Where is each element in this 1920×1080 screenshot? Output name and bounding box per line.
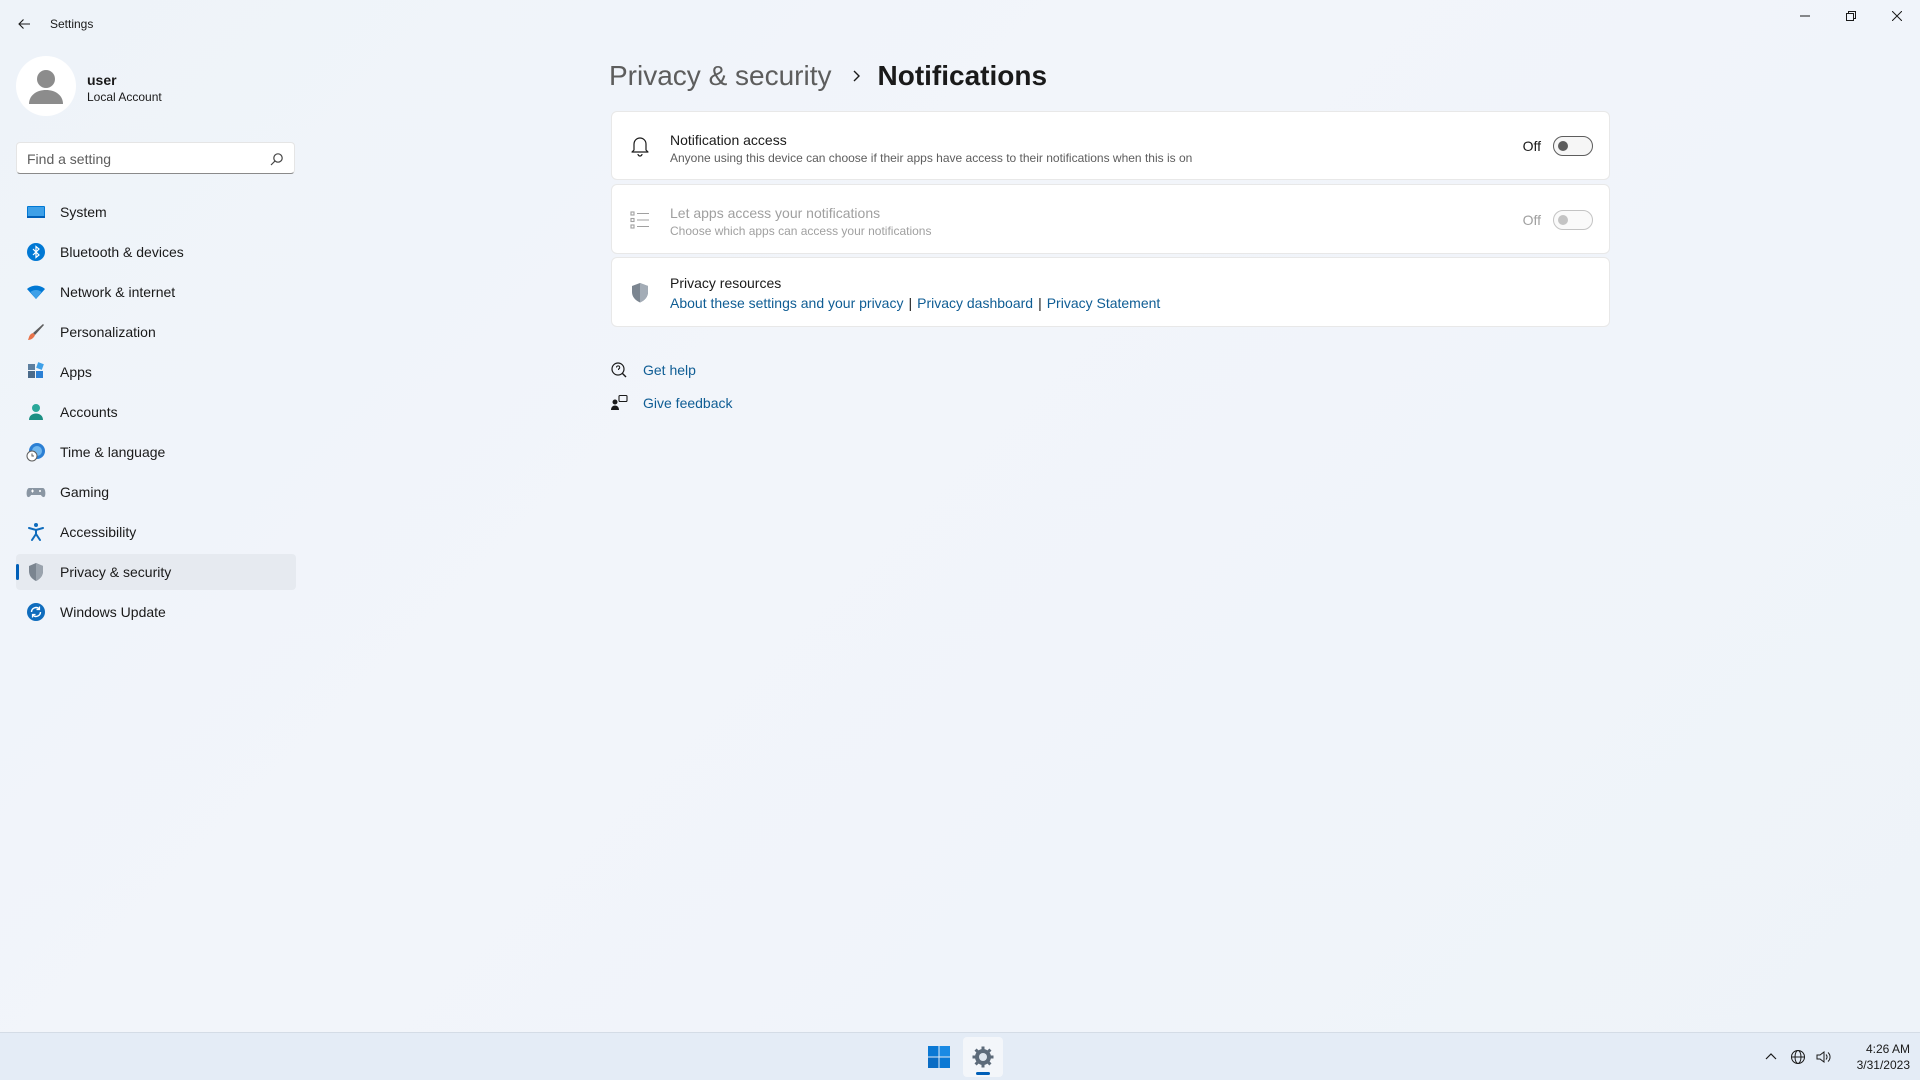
privacy-statement-link[interactable]: Privacy Statement [1047, 295, 1161, 311]
search-box [16, 142, 295, 174]
back-arrow-icon [18, 19, 30, 29]
sidebar-item-personalization[interactable]: Personalization [16, 314, 296, 350]
settings-taskbar-button[interactable] [963, 1037, 1003, 1077]
sidebar-item-label: Accessibility [60, 524, 137, 540]
sidebar-item-accounts[interactable]: Accounts [16, 394, 296, 430]
toggle-state-label: Off [1522, 212, 1541, 228]
sidebar-item-label: Gaming [60, 484, 110, 500]
clock[interactable]: 4:26 AM 3/31/2023 [1838, 1041, 1910, 1073]
close-button[interactable] [1874, 0, 1920, 32]
breadcrumb-parent[interactable]: Privacy & security [609, 60, 832, 92]
minimize-button[interactable] [1782, 0, 1828, 32]
user-name: user [87, 72, 117, 88]
apps-access-description: Choose which apps can access your notifi… [670, 224, 932, 238]
apps-access-title: Let apps access your notifications [670, 205, 881, 221]
sidebar-item-bluetooth[interactable]: Bluetooth & devices [16, 234, 296, 270]
active-app-indicator [976, 1072, 990, 1075]
clock-date: 3/31/2023 [1856, 1058, 1910, 1072]
search-input[interactable] [27, 149, 257, 169]
close-icon [1892, 11, 1902, 21]
sidebar-item-privacy-security[interactable]: Privacy & security [16, 554, 296, 590]
person-avatar-icon [29, 70, 63, 104]
sidebar-item-label: Privacy & security [60, 564, 172, 580]
give-feedback-row: Give feedback [609, 391, 733, 415]
sidebar-item-label: Windows Update [60, 604, 166, 620]
accessibility-icon [26, 522, 46, 542]
toggle-knob [1558, 141, 1568, 151]
list-icon [628, 208, 652, 232]
sidebar-item-label: System [60, 204, 107, 220]
monitor-icon [26, 202, 46, 222]
privacy-links: About these settings and your privacy | … [670, 295, 1160, 311]
taskbar: 4:26 AM 3/31/2023 [0, 1032, 1920, 1080]
title-bar: Settings [0, 0, 1920, 48]
notification-access-title: Notification access [670, 132, 787, 148]
restore-icon [1846, 11, 1856, 21]
apps-access-toggle-group: Off [1523, 210, 1593, 230]
get-help-link[interactable]: Get help [643, 362, 696, 378]
back-button[interactable] [12, 12, 36, 36]
toggle-knob [1558, 215, 1568, 225]
apps-access-toggle[interactable] [1553, 210, 1593, 230]
clock-time: 4:26 AM [1865, 1042, 1910, 1056]
sidebar-item-label: Time & language [60, 444, 166, 460]
chevron-up-icon[interactable] [1761, 1047, 1781, 1067]
bluetooth-icon [26, 242, 46, 262]
volume-icon[interactable] [1813, 1047, 1833, 1067]
help-chat-icon [609, 360, 629, 380]
toggle-state-label: Off [1522, 138, 1541, 154]
apps-access-card: Let apps access your notifications Choos… [611, 184, 1610, 254]
sidebar-item-label: Network & internet [60, 284, 176, 300]
give-feedback-link[interactable]: Give feedback [643, 395, 733, 411]
bell-icon [628, 134, 652, 158]
minimize-icon [1800, 15, 1810, 17]
notification-access-card: Notification access Anyone using this de… [611, 111, 1610, 180]
sidebar-nav: System Bluetooth & devices Network & int… [16, 194, 296, 634]
sidebar-item-accessibility[interactable]: Accessibility [16, 514, 296, 550]
breadcrumb: Privacy & security Notifications [609, 56, 1047, 96]
app-title: Settings [50, 17, 94, 31]
restore-button[interactable] [1828, 0, 1874, 32]
chevron-right-icon [853, 70, 860, 82]
person-icon [26, 402, 46, 422]
privacy-dashboard-link[interactable]: Privacy dashboard [917, 295, 1033, 311]
notification-access-description: Anyone using this device can choose if t… [670, 151, 1193, 165]
page-title: Notifications [877, 60, 1048, 91]
sidebar-item-time-language[interactable]: Time & language [16, 434, 296, 470]
privacy-resources-card: Privacy resources About these settings a… [611, 257, 1610, 327]
windows-logo-icon [928, 1046, 950, 1068]
update-icon [26, 602, 46, 622]
sidebar-item-apps[interactable]: Apps [16, 354, 296, 390]
notification-access-toggle-group: Off [1523, 136, 1593, 156]
user-profile[interactable]: user Local Account [16, 56, 296, 116]
account-type: Local Account [87, 90, 162, 104]
brush-icon [26, 322, 46, 342]
get-help-row: Get help [609, 358, 696, 382]
sidebar-item-network[interactable]: Network & internet [16, 274, 296, 310]
shield-icon [628, 281, 652, 305]
avatar [16, 56, 76, 116]
globe-clock-icon [26, 442, 46, 462]
sidebar-item-label: Personalization [60, 324, 156, 340]
gear-icon [972, 1046, 994, 1068]
gamepad-icon [26, 482, 46, 502]
start-button[interactable] [919, 1037, 959, 1077]
notification-access-toggle[interactable] [1553, 136, 1593, 156]
feedback-icon [609, 393, 629, 413]
shield-icon [26, 562, 46, 582]
apps-icon [26, 362, 46, 382]
search-icon[interactable] [270, 152, 284, 166]
sidebar-item-windows-update[interactable]: Windows Update [16, 594, 296, 630]
privacy-resources-title: Privacy resources [670, 275, 782, 291]
sidebar-item-label: Apps [60, 364, 92, 380]
about-privacy-link[interactable]: About these settings and your privacy [670, 295, 903, 311]
sidebar-item-system[interactable]: System [16, 194, 296, 230]
sidebar-item-label: Bluetooth & devices [60, 244, 184, 260]
link-separator: | [908, 295, 913, 311]
globe-icon[interactable] [1788, 1047, 1808, 1067]
link-separator: | [1038, 295, 1042, 311]
sidebar-item-label: Accounts [60, 404, 118, 420]
sidebar-item-gaming[interactable]: Gaming [16, 474, 296, 510]
wifi-icon [26, 282, 46, 302]
